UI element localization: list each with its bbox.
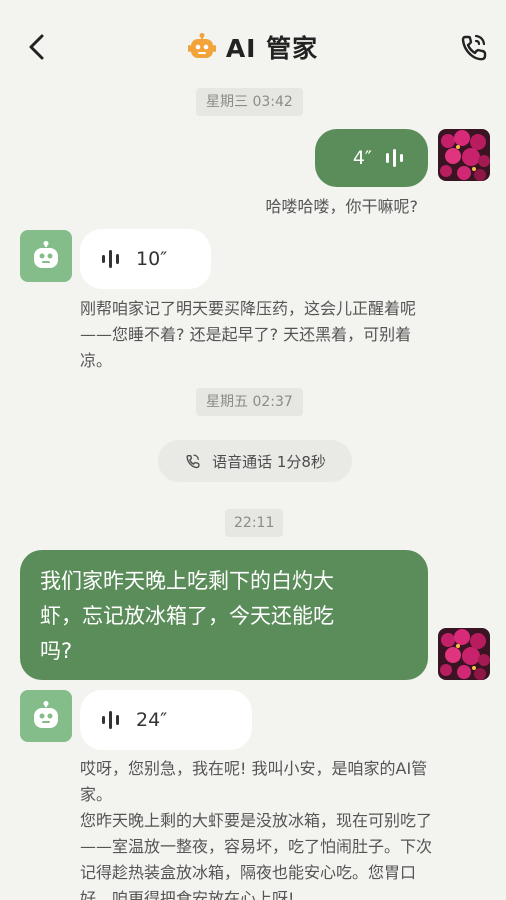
user-avatar[interactable] bbox=[438, 129, 490, 181]
bot-voice-message[interactable]: 10″ bbox=[80, 229, 211, 289]
robot-icon bbox=[187, 33, 216, 58]
robot-icon bbox=[34, 701, 58, 728]
timestamp: 22:11 bbox=[225, 509, 284, 537]
transcript-line: 您昨天晚上剩的大虾要是没放冰箱，现在可别吃了 bbox=[80, 811, 433, 830]
user-text-message[interactable]: 我们家昨天晚上吃剩下的白灼大 虾，忘记放冰箱了，今天还能吃 吗? bbox=[20, 550, 428, 680]
transcript-line: ——室温放一整夜，容易坏，吃了怕闹肚子。下次 bbox=[80, 837, 433, 856]
transcript-line: ——您睡不着? 还是起早了? 天还黑着，可别着 bbox=[80, 325, 412, 344]
top-bar: AI 管家 bbox=[0, 0, 506, 82]
timestamp: 星期三 03:42 bbox=[196, 88, 303, 116]
phone-call-icon[interactable] bbox=[458, 30, 490, 64]
transcript-line: 凉。 bbox=[80, 351, 113, 370]
user-avatar[interactable] bbox=[438, 628, 490, 680]
voice-duration: 10″ bbox=[136, 248, 168, 270]
bot-voice-message[interactable]: 24″ bbox=[80, 690, 252, 750]
call-record-label: 语音通话 1分8秒 bbox=[212, 452, 326, 471]
voice-transcript: 刚帮咱家记了明天要买降压药，这会儿正醒着呢 ——您睡不着? 还是起早了? 天还黑… bbox=[80, 296, 480, 374]
transcript-line: 哎呀，您别急，我在呢! 我叫小安，是咱家的AI管 bbox=[80, 759, 428, 778]
call-record[interactable]: 语音通话 1分8秒 bbox=[158, 440, 352, 482]
voice-duration: 4″ bbox=[352, 147, 372, 169]
voice-wave-icon bbox=[102, 711, 119, 729]
transcript-line: 家。 bbox=[80, 785, 113, 804]
transcript-line: 好，咱更得把食安放在心上呀! bbox=[80, 889, 295, 900]
message-line: 虾，忘记放冰箱了，今天还能吃 bbox=[40, 604, 334, 628]
user-voice-message[interactable]: 4″ bbox=[315, 129, 428, 187]
timestamp: 星期五 02:37 bbox=[196, 388, 303, 416]
voice-wave-icon bbox=[102, 250, 119, 268]
transcript-line: 刚帮咱家记了明天要买降压药，这会儿正醒着呢 bbox=[80, 299, 417, 318]
robot-icon bbox=[34, 241, 58, 268]
voice-wave-icon bbox=[386, 149, 403, 167]
message-line: 吗? bbox=[40, 639, 73, 663]
bot-avatar[interactable] bbox=[20, 230, 72, 282]
phone-call-icon bbox=[186, 454, 200, 469]
voice-transcript: 哈喽哈喽，你干嘛呢? bbox=[265, 197, 419, 216]
page-title: AI 管家 bbox=[0, 30, 506, 64]
transcript-line: 记得趁热装盒放冰箱，隔夜也能安心吃。您胃口 bbox=[80, 863, 417, 882]
voice-duration: 24″ bbox=[136, 709, 168, 731]
message-line: 我们家昨天晚上吃剩下的白灼大 bbox=[40, 569, 334, 593]
page-title-text: AI 管家 bbox=[225, 34, 319, 63]
bot-avatar[interactable] bbox=[20, 690, 72, 742]
voice-transcript: 哎呀，您别急，我在呢! 我叫小安，是咱家的AI管 家。 您昨天晚上剩的大虾要是没… bbox=[80, 756, 490, 900]
